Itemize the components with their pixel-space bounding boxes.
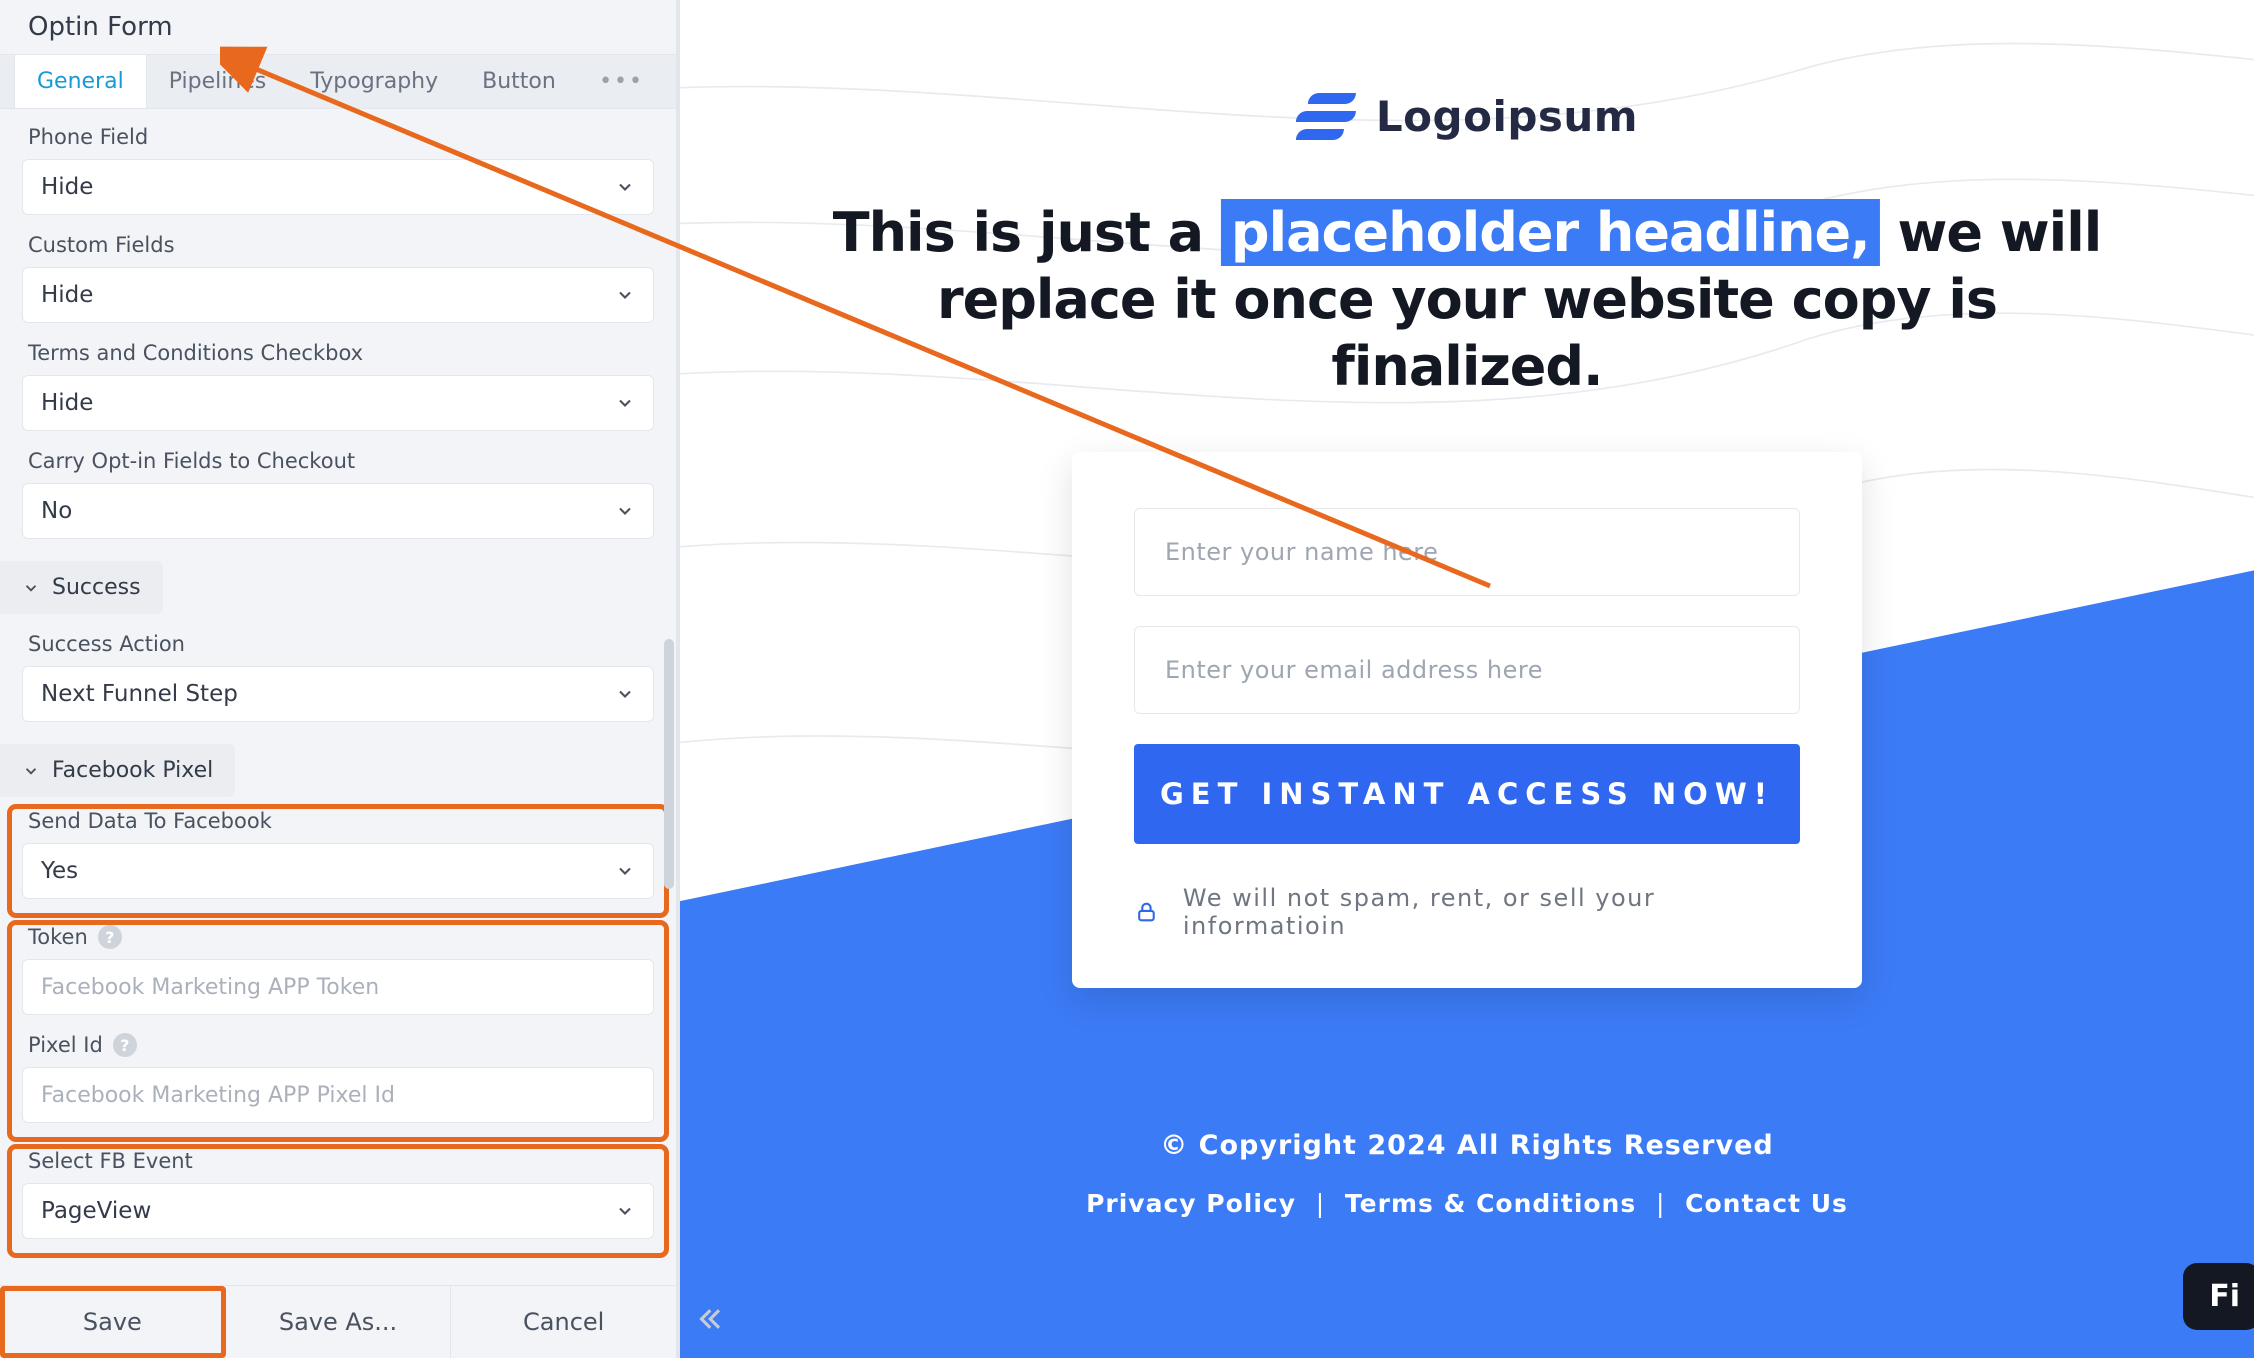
- highlight-token-pixelid: Token ? Facebook Marketing APP Token Pix…: [12, 925, 664, 1137]
- name-input[interactable]: Enter your name here: [1134, 508, 1800, 596]
- disclaimer: We will not spam, rent, or sell your inf…: [1134, 884, 1800, 940]
- chevron-down-icon: [615, 861, 635, 881]
- label-terms: Terms and Conditions Checkbox: [28, 341, 648, 365]
- page-canvas: Logoipsum This is just a placeholder hea…: [680, 0, 2254, 1358]
- tab-more-icon[interactable]: •••: [581, 55, 662, 108]
- label-phone-field: Phone Field: [28, 125, 648, 149]
- save-button[interactable]: Save: [0, 1286, 226, 1358]
- select-custom-fields-value: Hide: [41, 282, 93, 308]
- highlight-send-fb: Send Data To Facebook Yes: [12, 809, 664, 913]
- optin-card: Enter your name here Enter your email ad…: [1072, 452, 1862, 988]
- highlight-select-fb-event: Select FB Event PageView: [12, 1149, 664, 1253]
- label-select-fb-event: Select FB Event: [28, 1149, 648, 1173]
- select-send-fb[interactable]: Yes: [22, 843, 654, 899]
- chevron-down-icon: [22, 579, 40, 597]
- save-as-button[interactable]: Save As...: [226, 1286, 452, 1358]
- select-custom-fields[interactable]: Hide: [22, 267, 654, 323]
- select-success-action[interactable]: Next Funnel Step: [22, 666, 654, 722]
- logo-text: Logoipsum: [1376, 92, 1638, 141]
- tab-typography[interactable]: Typography: [288, 55, 460, 108]
- headline-pre: This is just a: [833, 201, 1221, 264]
- link-contact[interactable]: Contact Us: [1685, 1189, 1848, 1218]
- select-terms-value: Hide: [41, 390, 93, 416]
- email-input[interactable]: Enter your email address here: [1134, 626, 1800, 714]
- select-phone-field-value: Hide: [41, 174, 93, 200]
- chevron-down-icon: [615, 684, 635, 704]
- section-facebook-pixel[interactable]: Facebook Pixel: [0, 744, 235, 797]
- floating-fi-button[interactable]: Fi: [2183, 1263, 2254, 1330]
- select-fb-event[interactable]: PageView: [22, 1183, 654, 1239]
- chevron-down-icon: [615, 1201, 635, 1221]
- sidebar-tabs: General Pipelines Typography Button •••: [0, 54, 676, 109]
- help-icon[interactable]: ?: [113, 1033, 137, 1057]
- select-success-action-value: Next Funnel Step: [41, 681, 238, 707]
- select-terms[interactable]: Hide: [22, 375, 654, 431]
- chevron-down-icon: [615, 177, 635, 197]
- link-privacy[interactable]: Privacy Policy: [1086, 1189, 1296, 1218]
- disclaimer-text: We will not spam, rent, or sell your inf…: [1183, 884, 1800, 940]
- label-custom-fields: Custom Fields: [28, 233, 648, 257]
- select-phone-field[interactable]: Hide: [22, 159, 654, 215]
- chevron-down-icon: [615, 393, 635, 413]
- logo: Logoipsum: [1296, 86, 1638, 146]
- section-success[interactable]: Success: [0, 561, 163, 614]
- sidebar-title: Optin Form: [0, 0, 676, 54]
- tab-button[interactable]: Button: [460, 55, 578, 108]
- cancel-button[interactable]: Cancel: [451, 1286, 676, 1358]
- cta-button[interactable]: GET INSTANT ACCESS NOW!: [1134, 744, 1800, 844]
- select-fb-event-value: PageView: [41, 1198, 151, 1224]
- label-pixel-id-text: Pixel Id: [28, 1033, 103, 1057]
- lock-icon: [1134, 899, 1159, 925]
- input-token[interactable]: Facebook Marketing APP Token: [22, 959, 654, 1015]
- headline-highlighted: placeholder headline,: [1221, 199, 1880, 266]
- page-headline: This is just a placeholder headline, we …: [806, 200, 2128, 401]
- page-footer: © Copyright 2024 All Rights Reserved Pri…: [1086, 1130, 1848, 1218]
- label-token: Token ?: [28, 925, 648, 949]
- scrollbar[interactable]: [664, 639, 674, 889]
- label-send-fb: Send Data To Facebook: [28, 809, 648, 833]
- label-token-text: Token: [28, 925, 88, 949]
- select-carry-value: No: [41, 498, 72, 524]
- chevron-down-icon: [22, 762, 40, 780]
- label-carry: Carry Opt-in Fields to Checkout: [28, 449, 648, 473]
- footer-links: Privacy Policy | Terms & Conditions | Co…: [1086, 1189, 1848, 1218]
- divider: |: [1656, 1189, 1665, 1218]
- help-icon[interactable]: ?: [98, 925, 122, 949]
- divider: |: [1316, 1189, 1325, 1218]
- select-carry[interactable]: No: [22, 483, 654, 539]
- copyright: © Copyright 2024 All Rights Reserved: [1086, 1130, 1848, 1161]
- label-success-action: Success Action: [28, 632, 648, 656]
- chevron-down-icon: [615, 501, 635, 521]
- section-success-label: Success: [52, 575, 141, 600]
- tab-general[interactable]: General: [14, 55, 147, 108]
- label-pixel-id: Pixel Id ?: [28, 1033, 648, 1057]
- tab-pipelines[interactable]: Pipelines: [147, 55, 289, 108]
- select-send-fb-value: Yes: [41, 858, 78, 884]
- section-facebook-pixel-label: Facebook Pixel: [52, 758, 213, 783]
- logo-icon: [1296, 86, 1356, 146]
- chevron-down-icon: [615, 285, 635, 305]
- input-pixel-id[interactable]: Facebook Marketing APP Pixel Id: [22, 1067, 654, 1123]
- collapse-sidebar-icon[interactable]: [694, 1304, 724, 1340]
- settings-sidebar: Optin Form General Pipelines Typography …: [0, 0, 680, 1358]
- sidebar-footer: Save Save As... Cancel: [0, 1285, 676, 1358]
- link-terms[interactable]: Terms & Conditions: [1345, 1189, 1636, 1218]
